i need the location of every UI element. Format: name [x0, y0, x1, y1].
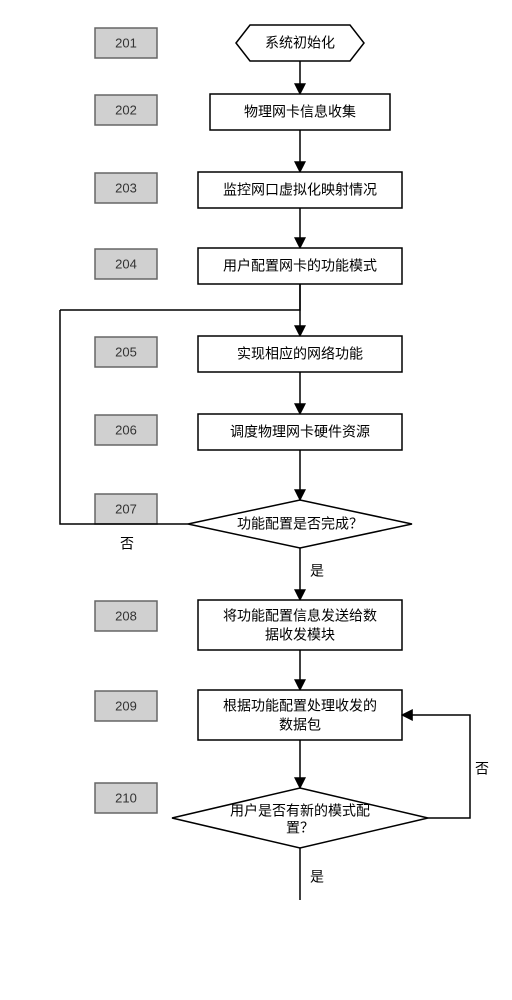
node-process-label-a: 根据功能配置处理收发的 [223, 698, 377, 714]
step-tag-205-label: 205 [115, 344, 137, 359]
label-no-2: 否 [475, 761, 489, 777]
step-tag-209-label: 209 [115, 698, 137, 713]
node-decision-done-label: 功能配置是否完成？ [237, 516, 363, 532]
step-tag-207-label: 207 [115, 501, 137, 516]
node-process-label-b: 数据包 [279, 717, 321, 733]
node-user-config-label: 用户配置网卡的功能模式 [223, 258, 377, 274]
step-tag-203-label: 203 [115, 180, 137, 195]
node-impl-label: 实现相应的网络功能 [237, 346, 363, 362]
node-init-label: 系统初始化 [265, 35, 335, 51]
label-no-1: 否 [120, 536, 134, 552]
edge-no-2 [402, 715, 470, 818]
step-tag-204-label: 204 [115, 256, 137, 271]
step-tag-208-label: 208 [115, 608, 137, 623]
step-tag-206-label: 206 [115, 422, 137, 437]
node-send-label-a: 将功能配置信息发送给数 [223, 608, 377, 624]
label-yes-1: 是 [310, 563, 324, 579]
step-tag-210-label: 210 [115, 790, 137, 805]
node-decision-new-label-a: 用户是否有新的模式配 [230, 803, 370, 819]
edge-loop-top [60, 284, 300, 310]
node-collect-label: 物理网卡信息收集 [244, 104, 356, 120]
step-tag-201-label: 201 [115, 35, 137, 50]
node-sched-label: 调度物理网卡硬件资源 [230, 424, 370, 440]
label-yes-2: 是 [310, 869, 324, 885]
node-send-label-b: 据收发模块 [265, 627, 335, 643]
node-monitor-label: 监控网口虚拟化映射情况 [223, 182, 377, 198]
node-decision-new-label-b: 置？ [286, 820, 314, 836]
flowchart: 201 系统初始化 202 物理网卡信息收集 203 监控网口虚拟化映射情况 2… [0, 0, 512, 1000]
step-tag-202-label: 202 [115, 102, 137, 117]
